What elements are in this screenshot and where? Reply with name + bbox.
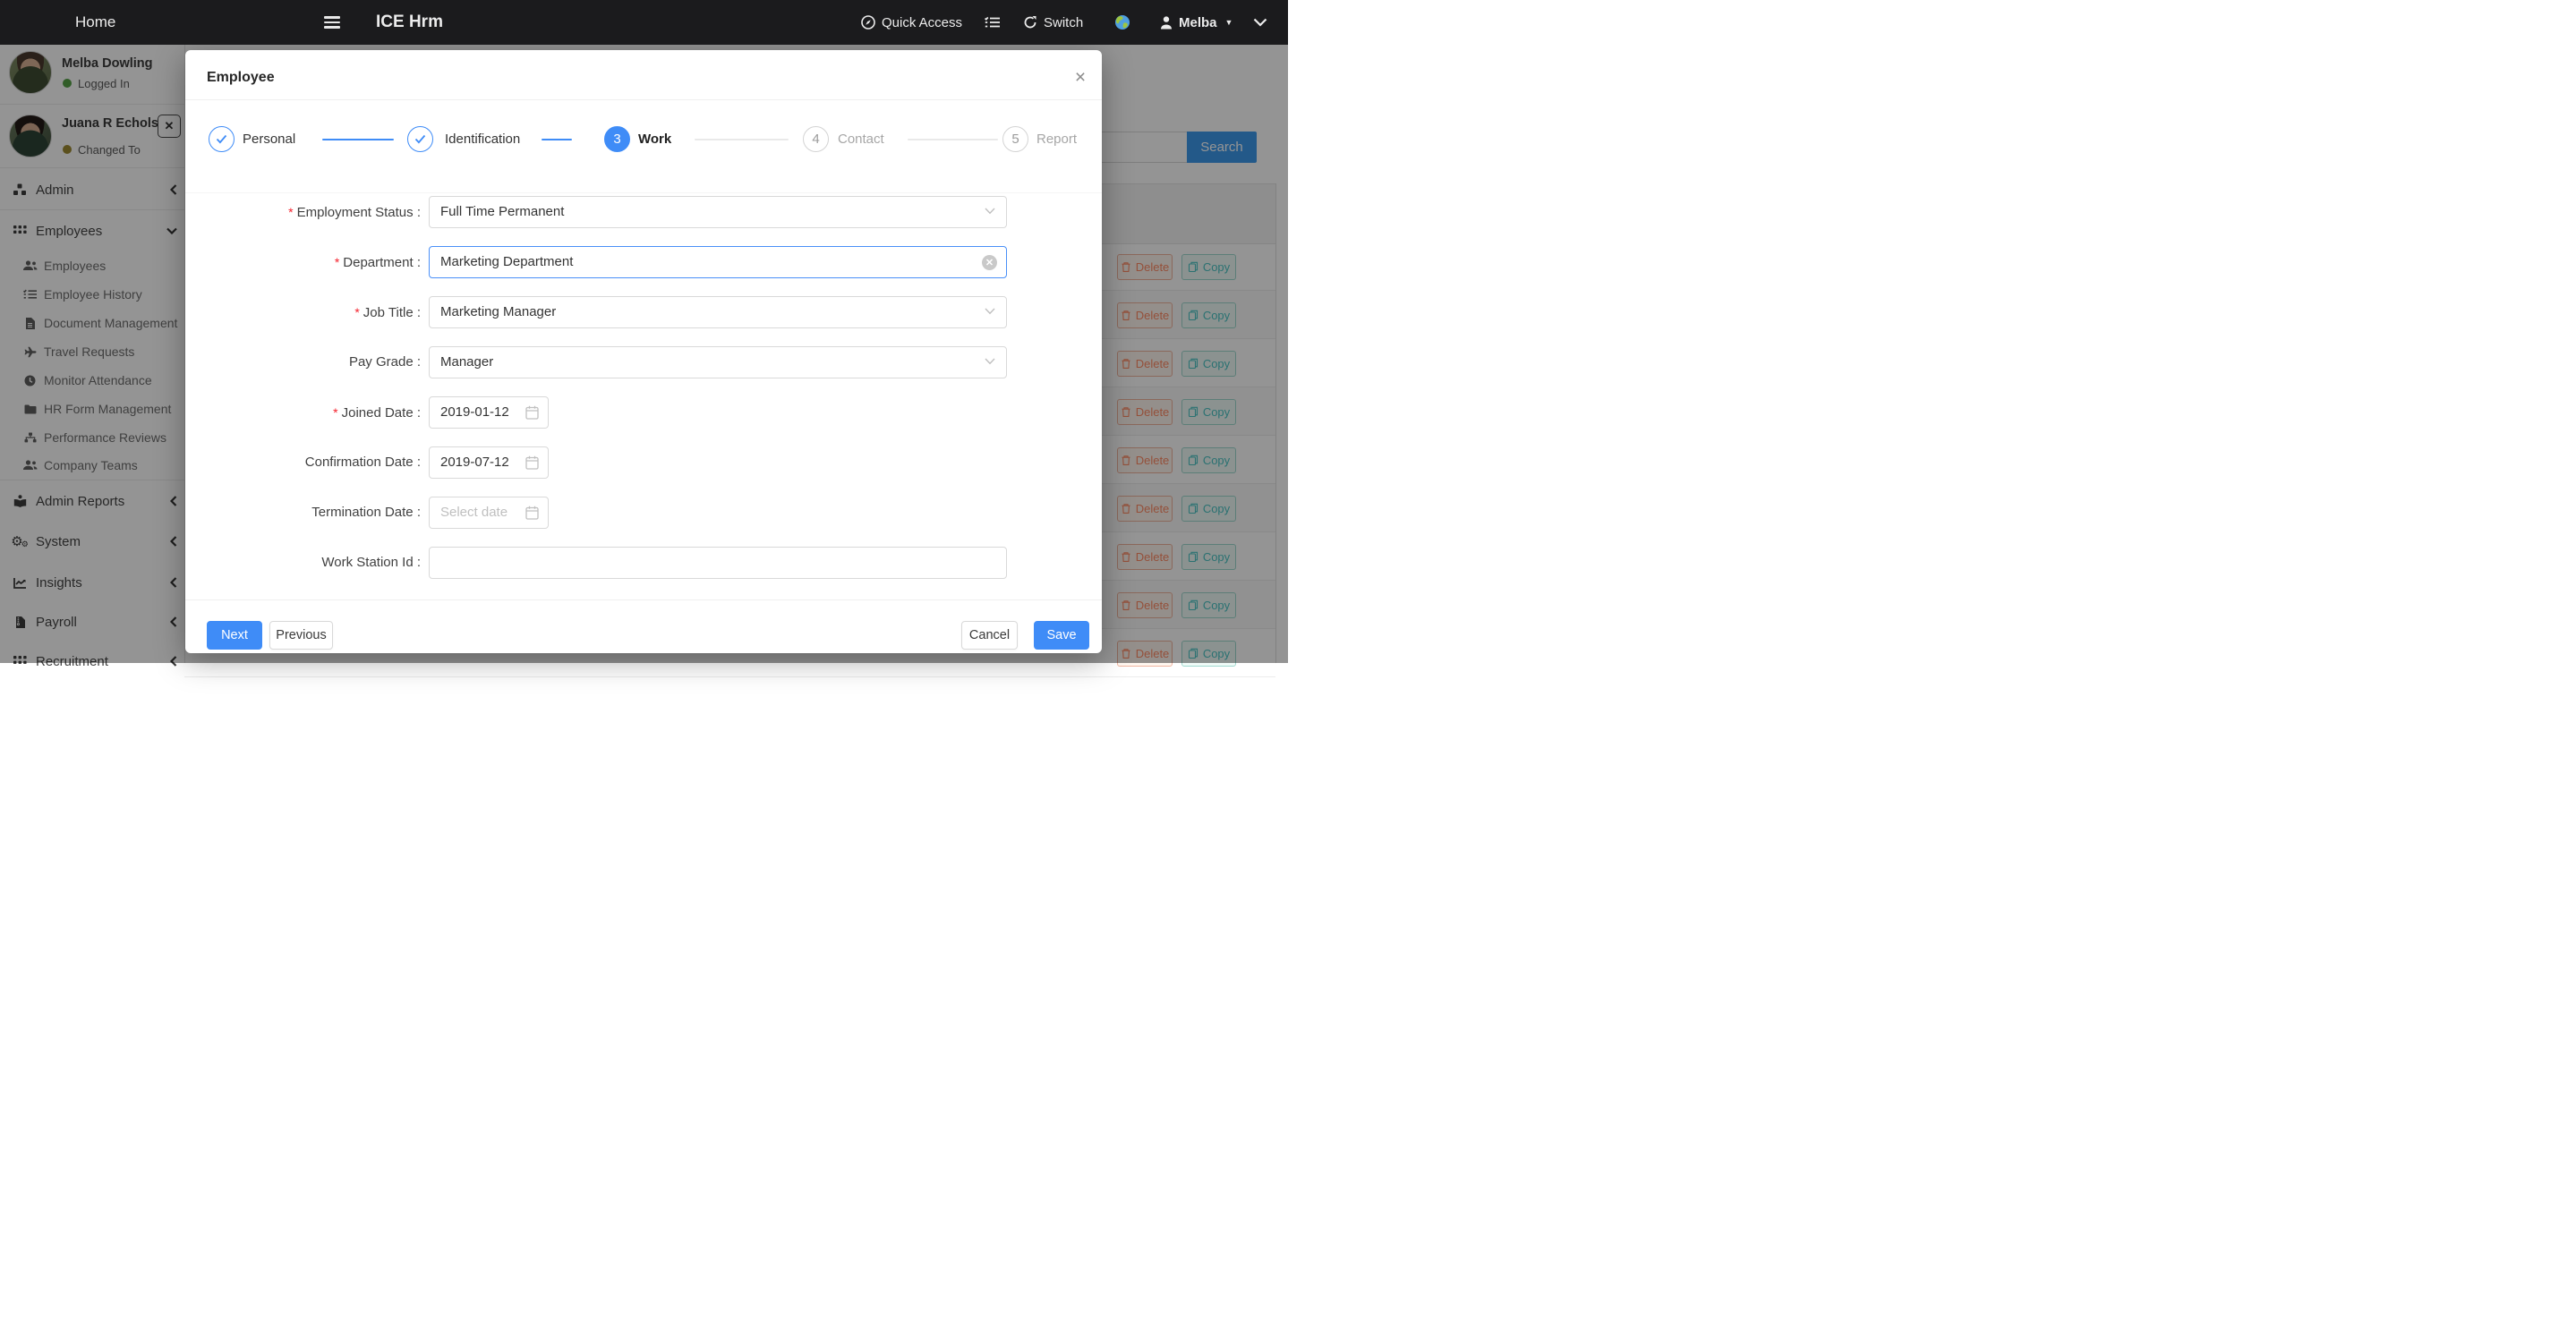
job-title-select[interactable]: Marketing Manager: [429, 296, 1007, 328]
field-label: Confirmation Date :: [305, 455, 421, 470]
employee-modal: Employee × Personal Identification 3 Wor…: [185, 50, 1102, 653]
step-report-label[interactable]: Report: [1036, 132, 1077, 147]
next-button[interactable]: Next: [207, 621, 262, 650]
calendar-icon: [525, 405, 539, 420]
step-report-circle[interactable]: 5: [1002, 126, 1028, 152]
form-row-job-title: *Job Title : Marketing Manager: [185, 296, 1102, 328]
step-work-circle[interactable]: 3: [604, 126, 630, 152]
compass-icon: [861, 15, 875, 30]
close-icon[interactable]: ×: [1070, 68, 1091, 89]
cancel-button[interactable]: Cancel: [961, 621, 1018, 650]
calendar-icon: [525, 455, 539, 470]
step-personal-label[interactable]: Personal: [243, 132, 295, 147]
modal-title: Employee: [207, 70, 275, 86]
work-station-id-input[interactable]: [429, 547, 1007, 579]
step-identification-label[interactable]: Identification: [445, 132, 520, 147]
quick-access-button[interactable]: Quick Access: [861, 0, 962, 45]
header-divider: [185, 99, 1102, 100]
form-row-department: *Department : Marketing Department ✕: [185, 246, 1102, 278]
hamburger-menu-icon[interactable]: [324, 0, 340, 45]
form-row-employment-status: *Employment Status : Full Time Permanent: [185, 196, 1102, 228]
clear-icon[interactable]: ✕: [982, 255, 997, 270]
step-connector: [695, 139, 789, 140]
department-select[interactable]: Marketing Department ✕: [429, 246, 1007, 278]
top-navbar: Home ICE Hrm Quick Access Switch Melba ▼: [0, 0, 1288, 45]
step-contact-circle[interactable]: 4: [803, 126, 829, 152]
calendar-icon: [525, 506, 539, 520]
collapse-chevron-icon[interactable]: [1253, 0, 1267, 45]
check-icon: [216, 134, 227, 144]
joined-date-input[interactable]: 2019-01-12: [429, 396, 549, 429]
form-row-work-station-id: Work Station Id :: [185, 547, 1102, 579]
switch-icon: [1023, 15, 1037, 30]
employment-status-select[interactable]: Full Time Permanent: [429, 196, 1007, 228]
field-label: Employment Status :: [297, 205, 421, 220]
step-connector: [322, 139, 394, 140]
form-row-pay-grade: Pay Grade : Manager: [185, 346, 1102, 378]
check-icon: [414, 134, 426, 144]
nav-home-link[interactable]: Home: [75, 0, 115, 45]
step-personal-circle[interactable]: [209, 126, 235, 152]
step-connector: [542, 139, 572, 140]
termination-date-input[interactable]: Select date: [429, 497, 549, 529]
field-label: Work Station Id :: [321, 555, 421, 570]
pay-grade-select[interactable]: Manager: [429, 346, 1007, 378]
app-brand: ICE Hrm: [376, 0, 443, 45]
switch-user-button[interactable]: Switch: [1023, 0, 1083, 45]
footer-divider: [185, 599, 1102, 600]
steps-divider: [185, 192, 1102, 193]
step-contact-label[interactable]: Contact: [838, 132, 884, 147]
person-icon: [1160, 16, 1173, 30]
step-connector: [908, 139, 998, 140]
confirmation-date-input[interactable]: 2019-07-12: [429, 446, 549, 479]
step-identification-circle[interactable]: [407, 126, 433, 152]
language-globe-icon[interactable]: [1114, 0, 1130, 45]
caret-down-icon: ▼: [1225, 18, 1233, 27]
chevron-down-icon: [985, 208, 995, 215]
tasks-icon[interactable]: [985, 0, 1000, 45]
user-menu[interactable]: Melba ▼: [1160, 0, 1233, 45]
previous-button[interactable]: Previous: [269, 621, 333, 650]
form-row-confirmation-date: Confirmation Date : 2019-07-12: [185, 446, 1102, 479]
field-label: Job Title :: [363, 305, 421, 320]
chevron-down-icon: [985, 358, 995, 365]
field-label: Joined Date :: [342, 405, 421, 421]
field-label: Termination Date :: [311, 505, 421, 520]
save-button[interactable]: Save: [1034, 621, 1089, 650]
field-label: Department :: [343, 255, 421, 270]
chevron-down-icon: [985, 308, 995, 315]
form-row-termination-date: Termination Date : Select date: [185, 497, 1102, 529]
step-work-label[interactable]: Work: [638, 132, 671, 147]
form-row-joined-date: *Joined Date : 2019-01-12: [185, 396, 1102, 429]
field-label: Pay Grade :: [349, 354, 421, 370]
